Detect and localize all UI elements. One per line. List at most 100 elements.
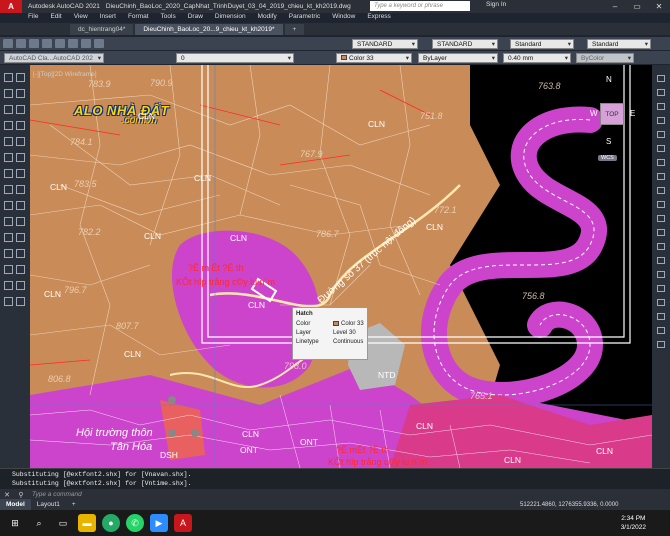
menu-modify[interactable]: Modify xyxy=(258,13,277,23)
tab-layout1[interactable]: Layout1 xyxy=(31,499,66,510)
menu-express[interactable]: Express xyxy=(367,13,390,23)
fillet-tool-icon[interactable] xyxy=(16,169,25,178)
circle-tool-icon[interactable] xyxy=(4,89,13,98)
minimize-icon[interactable]: – xyxy=(604,0,626,13)
search-icon[interactable]: ⌕ xyxy=(30,514,48,532)
array-tool-icon[interactable] xyxy=(4,233,13,242)
leader-tool-icon[interactable] xyxy=(16,249,25,258)
tool-icon[interactable] xyxy=(657,201,665,208)
autocad-logo-icon[interactable]: A xyxy=(0,0,22,13)
scale-tool-icon[interactable] xyxy=(4,153,13,162)
point-tool-icon[interactable] xyxy=(4,265,13,274)
mleader-style-select[interactable]: Standard xyxy=(587,38,651,50)
tool-icon[interactable] xyxy=(657,229,665,236)
properties-tool-icon[interactable] xyxy=(16,297,25,306)
table-style-select[interactable]: Standard xyxy=(510,38,574,50)
measure-tool-icon[interactable] xyxy=(4,297,13,306)
text-tool-icon[interactable] xyxy=(16,185,25,194)
layer-select[interactable]: 0 xyxy=(176,52,294,64)
viewport-label[interactable]: [-][Top][2D Wireframe] xyxy=(33,71,97,78)
tab-model[interactable]: Model xyxy=(0,499,31,510)
tab-dc-hientrang[interactable]: dc_hientrang04* xyxy=(70,24,134,35)
linetype-select[interactable]: ByLayer xyxy=(418,52,498,64)
open-icon[interactable] xyxy=(16,39,26,48)
file-explorer-icon[interactable]: ▬ xyxy=(78,514,96,532)
maximize-icon[interactable]: ▭ xyxy=(626,0,648,13)
pan-icon[interactable] xyxy=(81,39,91,48)
tool-icon[interactable] xyxy=(657,243,665,250)
hatch-tool-icon[interactable] xyxy=(4,185,13,194)
viewcube-east[interactable]: E xyxy=(630,109,635,118)
redo-icon[interactable] xyxy=(68,39,78,48)
table-tool-icon[interactable] xyxy=(4,281,13,290)
tool-icon[interactable] xyxy=(657,145,665,152)
menu-view[interactable]: View xyxy=(74,13,88,23)
viewcube[interactable]: N W E S TOP WCS xyxy=(590,73,648,168)
close-icon[interactable]: ✕ xyxy=(0,491,14,499)
extend-tool-icon[interactable] xyxy=(4,169,13,178)
tool-icon[interactable] xyxy=(657,159,665,166)
new-icon[interactable] xyxy=(3,39,13,48)
save-icon[interactable] xyxy=(29,39,39,48)
menu-file[interactable]: File xyxy=(28,13,38,23)
new-tab-button[interactable]: + xyxy=(284,24,305,35)
workspace-select[interactable]: AutoCAD Cla...AutoCAD 202 xyxy=(4,52,104,64)
tool-icon[interactable] xyxy=(657,117,665,124)
menu-insert[interactable]: Insert xyxy=(100,13,116,23)
tool-icon[interactable] xyxy=(657,89,665,96)
add-layout-button[interactable]: + xyxy=(66,499,82,510)
tool-icon[interactable] xyxy=(657,299,665,306)
tool-icon[interactable] xyxy=(657,271,665,278)
trim-tool-icon[interactable] xyxy=(16,153,25,162)
plot-style-select[interactable]: ByColor xyxy=(576,52,634,64)
viewcube-top-face[interactable]: TOP xyxy=(600,103,624,125)
lineweight-select[interactable]: 0.40 mm xyxy=(503,52,571,64)
viewcube-south[interactable]: S xyxy=(606,137,611,146)
tool-icon[interactable] xyxy=(657,75,665,82)
print-icon[interactable] xyxy=(42,39,52,48)
tool-icon[interactable] xyxy=(657,103,665,110)
zoom-icon[interactable]: ▶ xyxy=(150,514,168,532)
dimension-tool-icon[interactable] xyxy=(4,249,13,258)
polyline-tool-icon[interactable] xyxy=(16,73,25,82)
tool-icon[interactable] xyxy=(657,327,665,334)
text-style-select[interactable]: STANDARD xyxy=(352,38,418,50)
menu-window[interactable]: Window xyxy=(332,13,355,23)
wcs-menu[interactable]: WCS xyxy=(598,155,617,161)
dim-style-select[interactable]: STANDARD xyxy=(432,38,498,50)
close-icon[interactable]: ✕ xyxy=(648,0,670,13)
erase-tool-icon[interactable] xyxy=(16,233,25,242)
rotate-tool-icon[interactable] xyxy=(4,137,13,146)
whatsapp-icon[interactable]: ✆ xyxy=(126,514,144,532)
rectangle-tool-icon[interactable] xyxy=(4,105,13,114)
explode-tool-icon[interactable] xyxy=(4,217,13,226)
autocad-taskbar-icon[interactable]: A xyxy=(174,514,192,532)
tool-icon[interactable] xyxy=(657,215,665,222)
task-view-icon[interactable]: ▭ xyxy=(54,514,72,532)
chrome-icon[interactable]: ● xyxy=(102,514,120,532)
tool-icon[interactable] xyxy=(657,187,665,194)
mtext-tool-icon[interactable] xyxy=(16,281,25,290)
region-tool-icon[interactable] xyxy=(16,265,25,274)
windows-start-icon[interactable]: ⊞ xyxy=(6,514,24,532)
tool-icon[interactable] xyxy=(657,257,665,264)
viewcube-north[interactable]: N xyxy=(606,75,612,84)
tool-icon[interactable] xyxy=(657,313,665,320)
zoom-icon[interactable] xyxy=(94,39,104,48)
arc-tool-icon[interactable] xyxy=(16,89,25,98)
line-tool-icon[interactable] xyxy=(4,73,13,82)
tab-dieuchinh[interactable]: DieuChinh_BaoLoc_20...9_chieu_kt_kh2019* xyxy=(135,24,283,35)
menu-edit[interactable]: Edit xyxy=(50,13,61,23)
undo-icon[interactable] xyxy=(55,39,65,48)
offset-tool-icon[interactable] xyxy=(16,217,25,226)
copy-tool-icon[interactable] xyxy=(16,121,25,130)
drawing-viewport[interactable]: [-][Top][2D Wireframe] ALO NHÀ ĐẤT .com.… xyxy=(30,65,652,468)
tool-icon[interactable] xyxy=(657,173,665,180)
sign-in-link[interactable]: Sign In xyxy=(486,1,506,8)
search-input[interactable]: Type a keyword or phrase xyxy=(370,1,470,11)
customize-icon[interactable]: ⚲ xyxy=(14,491,28,499)
polygon-tool-icon[interactable] xyxy=(16,105,25,114)
move-tool-icon[interactable] xyxy=(4,121,13,130)
system-clock[interactable]: 2:34 PM 3/1/2022 xyxy=(621,514,646,532)
insert-tool-icon[interactable] xyxy=(16,201,25,210)
